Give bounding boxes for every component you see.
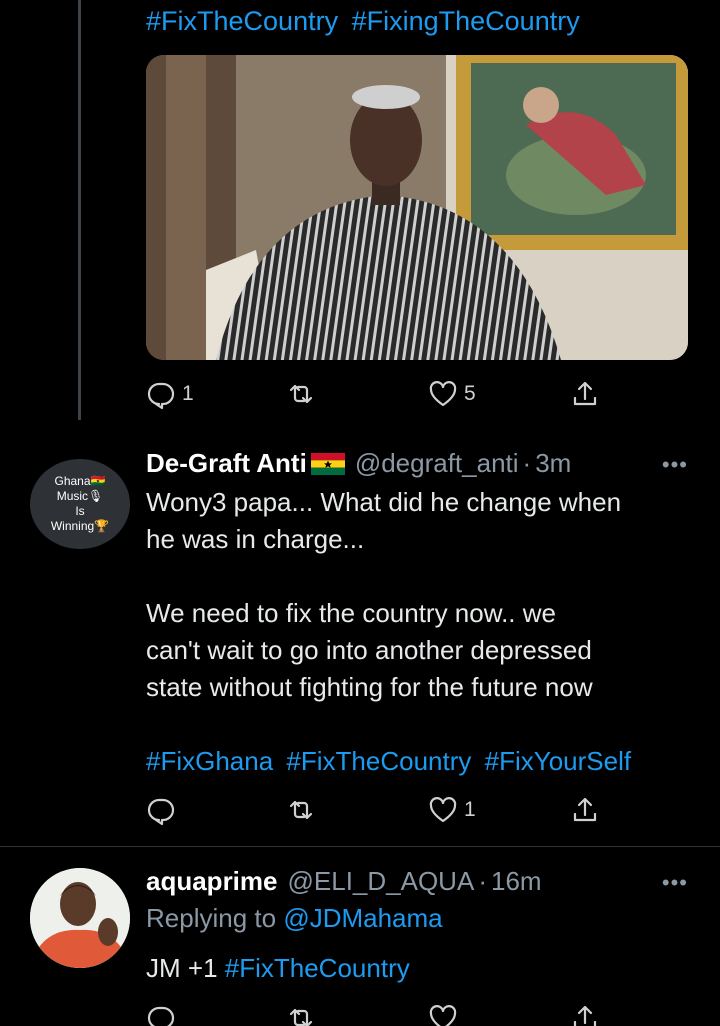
hashtag-link[interactable]: #FixTheCountry [286,746,471,776]
first-tweet-actions: 1 5 [146,376,620,412]
replying-to-handle[interactable]: @JDMahama [283,903,442,933]
tweet-divider [0,846,720,847]
display-name[interactable]: De-Graft Anti [146,448,307,479]
like-button[interactable]: 5 [428,376,476,412]
like-button[interactable] [428,1000,458,1026]
avatar[interactable]: Ghana🇬🇭 Music🎙 Is Winning🏆 [30,459,130,549]
twitter-thread-screen: #FixTheCountry #FixingTheCountry 1 5 Gha… [0,0,720,1026]
tweet-text-line: Wony3 papa... What did he change when [146,487,622,517]
retweet-icon [289,800,313,820]
avatar[interactable] [30,868,130,968]
handle[interactable]: @ELI_D_AQUA [288,866,475,897]
avatar-photo [30,868,130,968]
share-icon [573,381,597,406]
like-count: 1 [464,798,476,821]
heart-icon [429,1005,457,1026]
like-button[interactable]: 1 [428,792,476,828]
reply-icon [147,382,175,409]
tweet-text-line: he was in charge... [146,524,365,554]
reply-icon [147,1006,175,1026]
handle[interactable]: @degraft_anti [355,448,519,479]
replying-to: Replying to @JDMahama [146,903,443,934]
share-button[interactable] [570,376,600,412]
hashtag-link[interactable]: #FixGhana [146,746,273,776]
ghana-flag-icon [310,452,345,475]
avatar-text-line: Ghana🇬🇭 [54,474,106,488]
tweet-hashtags: #FixGhana #FixTheCountry #FixYourSelf [146,743,696,780]
reply-icon [147,798,175,825]
hashtag-link[interactable]: #FixingTheCountry [352,6,580,36]
third-tweet-actions [146,1000,620,1026]
separator-dot: · [478,866,487,896]
more-icon[interactable]: ••• [662,870,688,896]
separator-dot: · [522,448,532,478]
heart-icon [429,797,457,823]
retweet-button[interactable] [286,1000,316,1026]
retweet-icon [289,384,313,404]
like-count: 5 [464,382,476,405]
tweet-photo[interactable] [146,55,688,360]
reply-count: 1 [182,382,194,405]
timestamp[interactable]: 16m [491,866,542,897]
tweet-text: JM +1 #FixTheCountry [146,950,696,987]
share-button[interactable] [570,1000,600,1026]
retweet-button[interactable] [286,792,322,828]
share-icon [573,797,597,822]
reply-button[interactable] [146,792,182,828]
tweet-text: Wony3 papa... What did he change when he… [146,484,696,780]
tweet-header: aquaprime @ELI_D_AQUA · 16m [146,866,542,897]
replying-to-label: Replying to [146,903,277,933]
first-tweet-hashtags: #FixTheCountry #FixingTheCountry [146,6,586,37]
reply-button[interactable] [146,1000,176,1026]
photo-man-in-kente-smock [146,55,688,360]
retweet-button[interactable] [286,376,322,412]
share-icon [573,1005,597,1026]
heart-icon [429,381,457,407]
avatar-text-line: Music🎙 [56,489,104,503]
tweet-header: De-Graft Anti @degraft_anti · 3m [146,448,571,479]
tweet-text-content: JM +1 [146,953,218,983]
tweet-text-line: We need to fix the country now.. we [146,598,556,628]
avatar-text-line: Winning🏆 [50,519,110,533]
hashtag-link[interactable]: #FixTheCountry [146,6,338,36]
second-tweet-actions: 1 [146,792,620,828]
more-icon[interactable]: ••• [662,452,688,478]
tweet-text-line: can't wait to go into another depressed [146,635,592,665]
reply-button[interactable]: 1 [146,376,194,412]
hashtag-link[interactable]: #FixYourSelf [485,746,631,776]
hashtag-link[interactable]: #FixTheCountry [225,953,410,983]
tweet-text-line: state without fighting for the future no… [146,672,593,702]
avatar-text-line: Is [75,504,85,518]
share-button[interactable] [570,792,600,828]
thread-connector-line [78,0,81,420]
timestamp[interactable]: 3m [535,448,571,479]
retweet-icon [289,1008,313,1026]
display-name[interactable]: aquaprime [146,866,278,897]
